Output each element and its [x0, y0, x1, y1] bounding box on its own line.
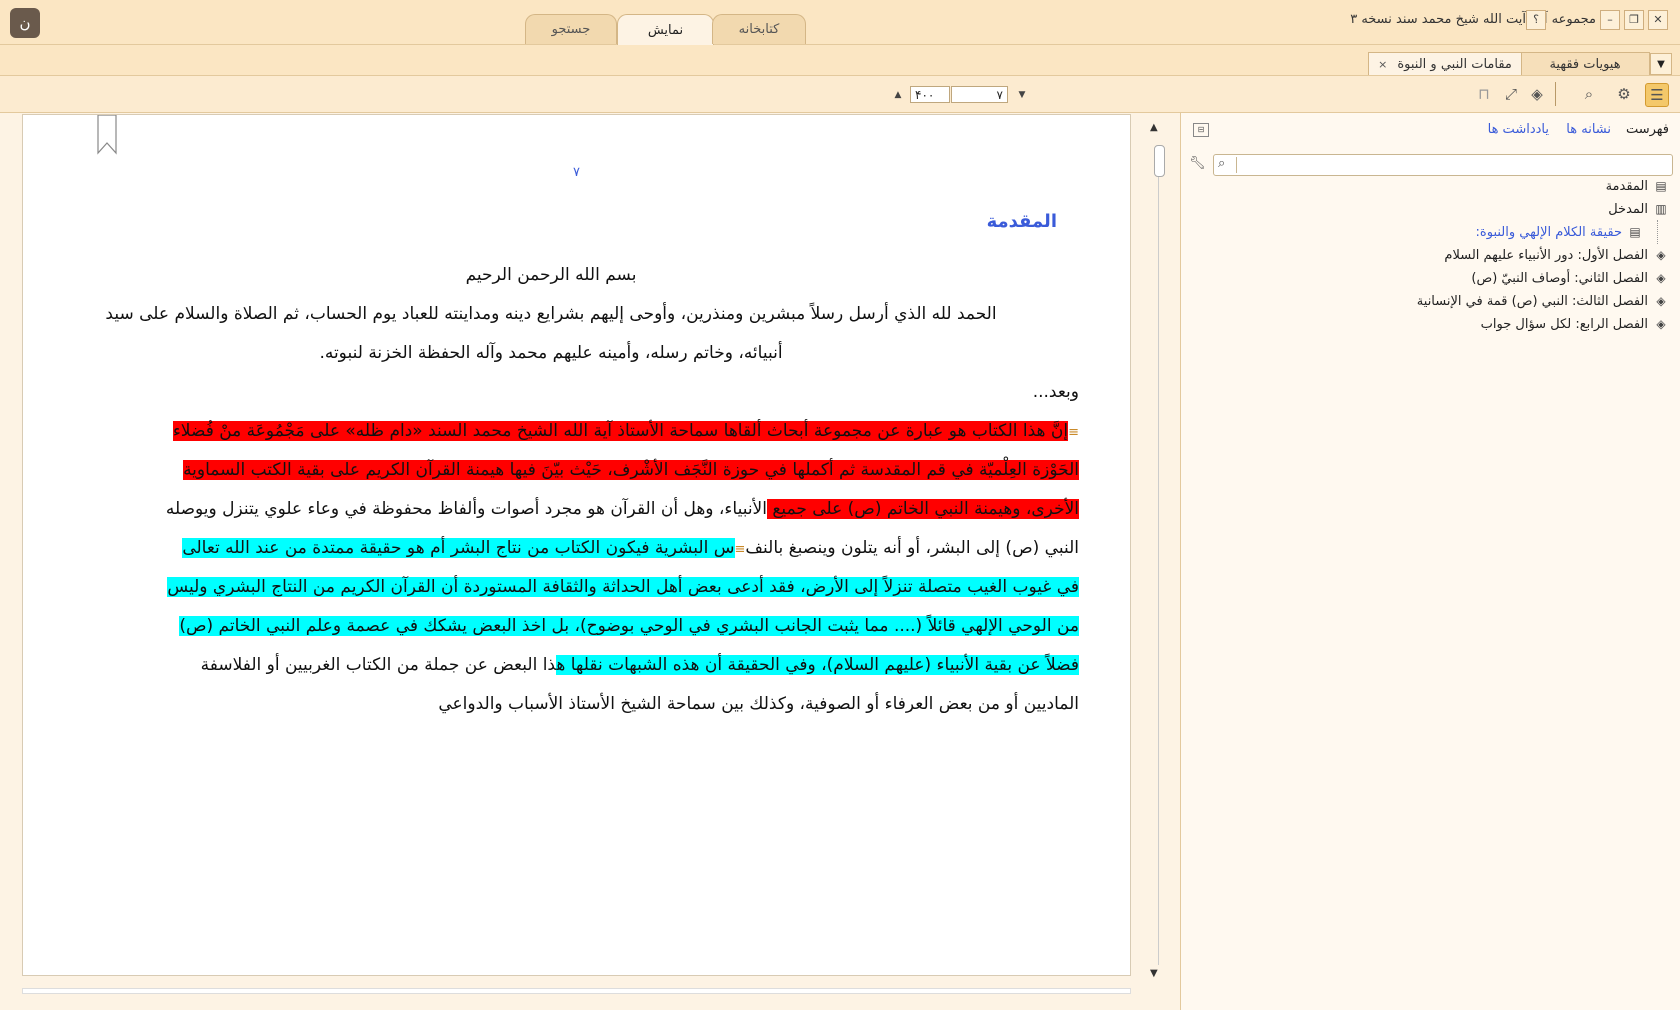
tab-library[interactable]: کتابخانه: [712, 14, 806, 44]
toc-item-label: الفصل الثاني: أوصاف النبيّ (ص): [1471, 270, 1648, 286]
text-line: أنبيائه، وخاتم رسله، وأمينه عليهم محمد و…: [319, 343, 783, 363]
page-number-input[interactable]: ٧: [951, 86, 1008, 103]
sidebar-tab-bookmarks[interactable]: نشانه ها: [1566, 122, 1611, 137]
page-up-arrow-icon[interactable]: ▲: [891, 86, 905, 103]
toc-item[interactable]: ▥ المدخل: [1608, 199, 1668, 219]
search-icon: ⌕: [1218, 156, 1226, 171]
red-highlight[interactable]: إنَّ هذا الكتاب هو عبارة عن مجموعة أبحاث…: [172, 421, 1069, 441]
toc-list-icon[interactable]: ☰: [1645, 83, 1669, 107]
doc-tab-heyviyat[interactable]: هيويات فقهية: [1520, 52, 1650, 75]
red-highlight[interactable]: الحَوْزة العِلْميّة في قم المقدسة ثم أكم…: [183, 460, 1079, 480]
scrollbar-track[interactable]: [1158, 175, 1159, 965]
toc-item-label: الفصل الأول: دور الأنبياء عليهم السلام: [1444, 247, 1648, 263]
red-highlight[interactable]: الأخرى، وهيمنة النبي الخاتم (ص) على جميع: [766, 499, 1079, 519]
toc-item-label: حقيقة الكلام الإلهي والنبوة:: [1475, 224, 1622, 240]
collapse-panel-icon[interactable]: ⊟: [1193, 123, 1209, 137]
sidebar-tab-toc[interactable]: فهرست: [1626, 122, 1669, 137]
book-icon: ◈: [1656, 317, 1666, 331]
text-line: الماديين أو من بعض العرفاء أو الصوفية، و…: [438, 694, 1079, 714]
sidebar-tab-notes[interactable]: یادداشت ها: [1488, 122, 1549, 137]
text-line-highlighted: الحَوْزة العِلْميّة في قم المقدسة ثم أكم…: [98, 451, 1079, 490]
toc-search-input[interactable]: ⌕: [1213, 154, 1673, 176]
title-bar: ن جستجو نمایش کتابخانه مجموعه آثار آیت ا…: [0, 0, 1680, 45]
note-icon[interactable]: ≡: [1068, 413, 1079, 452]
settings-gear-icon[interactable]: ⚙: [1613, 83, 1635, 105]
text-line-highlighted: من الوحي الإلهي قائلاً (.... مما يثبت ال…: [98, 607, 1079, 646]
toc-item-label: المقدمة: [1605, 178, 1648, 194]
search-icon[interactable]: ⌕: [1578, 83, 1600, 105]
bookmark-icon[interactable]: ⊓: [1473, 83, 1495, 105]
toc-item-label: الفصل الرابع: لكل سؤال جواب: [1480, 316, 1648, 332]
next-page-edge: [22, 988, 1131, 994]
book-icon: ◈: [1656, 294, 1666, 308]
cyan-highlight[interactable]: في غيوب الغيب متصلة تنزلاً إلى الأرض، فق…: [167, 577, 1079, 597]
doc-tab-label: مقامات النبي و النبوة: [1397, 56, 1512, 72]
text-line-highlighted: الأخرى، وهيمنة النبي الخاتم (ص) على جميع…: [23, 490, 1079, 529]
tabs-dropdown-icon[interactable]: ▼: [1650, 53, 1672, 75]
toc-item[interactable]: ◈ الفصل الرابع: لكل سؤال جواب: [1481, 314, 1668, 334]
document-page: ٧ المقدمة بسم الله الرحمن الرحيم الحمد ل…: [22, 114, 1131, 976]
note-icon[interactable]: ≡: [735, 530, 746, 569]
toolbar-divider: [1555, 82, 1556, 106]
toc-item[interactable]: ▤ المقدمة: [1606, 176, 1668, 196]
page-bookmark-ribbon-icon[interactable]: [96, 115, 118, 155]
minimize-button[interactable]: –: [1600, 10, 1620, 30]
tab-label: کتابخانه: [738, 22, 780, 37]
cyan-highlight[interactable]: س البشرية فيكون الكتاب من نتاج البشر أم …: [182, 538, 735, 558]
search-divider: [1236, 157, 1237, 173]
cyan-highlight[interactable]: من الوحي الإلهي قائلاً (.... مما يثبت ال…: [179, 616, 1079, 636]
text-line-highlighted: ≡إنَّ هذا الكتاب هو عبارة عن مجموعة أبحا…: [98, 412, 1079, 451]
page-icon: ▤: [1655, 179, 1667, 193]
toolbar: ☰ ⚙ ⌕ ◈ ⤢ ⊓ ▲ ۴۰۰ ٧ ▼: [0, 76, 1680, 113]
search-options-wrench-icon[interactable]: 🔧︎: [1189, 156, 1206, 171]
section-heading: المقدمة: [986, 211, 1057, 232]
text-line-highlighted: فضلاً عن بقية الأنبياء (عليهم السلام)، و…: [23, 646, 1079, 685]
restore-button[interactable]: ❐: [1624, 10, 1644, 30]
scrollbar-thumb[interactable]: [1154, 145, 1165, 177]
window-title: مجموعه آثار آیت الله شیخ محمد سند نسخه ۳: [1350, 12, 1596, 27]
page-number: ٧: [573, 165, 580, 180]
text-line-highlighted: في غيوب الغيب متصلة تنزلاً إلى الأرض، فق…: [98, 568, 1079, 607]
toc-item[interactable]: ◈ الفصل الثاني: أوصاف النبيّ (ص): [1471, 268, 1668, 288]
book-open-icon: ▥: [1655, 202, 1667, 216]
basmala-line: بسم الله الرحمن الرحيم: [465, 265, 637, 285]
doc-tab-label: هيويات فقهية: [1549, 56, 1621, 72]
toc-item[interactable]: ◈ الفصل الثالث: النبي (ص) قمة في الإنسان…: [1417, 291, 1668, 311]
tab-view[interactable]: نمایش: [617, 14, 714, 45]
fullscreen-icon[interactable]: ⤢: [1500, 83, 1522, 105]
page-down-arrow-icon[interactable]: ▼: [1015, 86, 1029, 103]
toc-item-selected[interactable]: ▤ حقيقة الكلام الإلهي والنبوة:: [1476, 222, 1642, 242]
close-button[interactable]: ✕: [1648, 10, 1668, 30]
page-total-field: ۴۰۰: [910, 86, 950, 103]
book-icon: ◈: [1656, 248, 1666, 262]
page-icon: ▤: [1629, 225, 1641, 239]
toc-item[interactable]: ◈ الفصل الأول: دور الأنبياء عليهم السلام: [1444, 245, 1668, 265]
document-tabs-bar: ▼ هيويات فقهية مقامات النبي و النبوة ×: [0, 45, 1680, 76]
scroll-down-arrow-icon[interactable]: ▼: [1150, 968, 1158, 979]
help-button[interactable]: ؟: [1526, 10, 1546, 30]
plain-text: النبي (ص) إلى البشر، أو أنه يتلون وينصبغ…: [745, 538, 1079, 558]
tab-label: جستجو: [551, 22, 591, 37]
close-tab-icon[interactable]: ×: [1378, 58, 1387, 71]
plain-text: الأنبياء، وهل أن القرآن هو مجرد أصوات وأ…: [165, 499, 767, 519]
book-icon: ◈: [1656, 271, 1666, 285]
plain-text: ذا البعض عن جملة من الكتاب الغربيين أو ا…: [200, 655, 557, 675]
text-line: وبعد...: [1032, 382, 1079, 402]
text-line: الحمد لله الذي أرسل رسلاً مبشرين ومنذرين…: [105, 304, 997, 324]
book-icon[interactable]: ◈: [1526, 83, 1548, 105]
tab-label: نمایش: [647, 22, 684, 38]
toc-item-label: المدخل: [1608, 201, 1648, 217]
app-logo: ن: [10, 8, 40, 38]
scroll-up-arrow-icon[interactable]: ▲: [1150, 122, 1158, 133]
text-line-highlighted: النبي (ص) إلى البشر، أو أنه يتلون وينصبغ…: [23, 529, 1079, 568]
doc-tab-maqamat[interactable]: مقامات النبي و النبوة ×: [1368, 52, 1522, 75]
tab-search[interactable]: جستجو: [525, 14, 617, 44]
tree-guide-line: [1657, 220, 1659, 244]
toc-item-label: الفصل الثالث: النبي (ص) قمة في الإنسانية: [1416, 293, 1648, 309]
cyan-highlight[interactable]: فضلاً عن بقية الأنبياء (عليهم السلام)، و…: [556, 655, 1079, 675]
